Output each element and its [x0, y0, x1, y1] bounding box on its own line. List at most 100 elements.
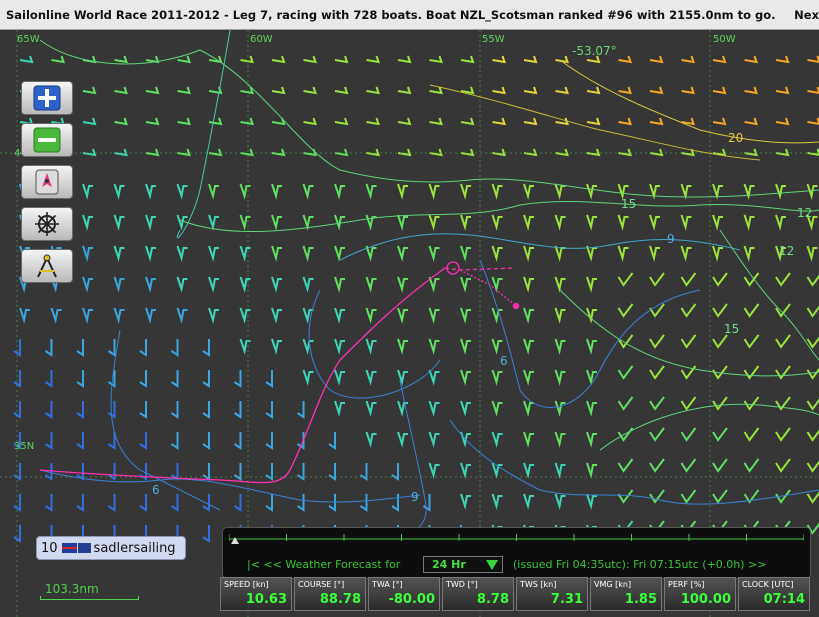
ships-wheel-icon [33, 211, 61, 237]
wind-barb [492, 55, 506, 64]
zoom-out-button[interactable] [21, 123, 73, 157]
forecast-issued-info[interactable]: (issued Fri 04:35utc): Fri 07:15utc (+0.… [513, 558, 766, 571]
wind-barb [586, 148, 601, 157]
next-button[interactable]: Nex [794, 8, 819, 22]
wind-barb [397, 276, 408, 293]
wind-barb [712, 55, 727, 64]
wind-barb [523, 431, 534, 448]
instrument-perf: PERF [%] 100.00 [664, 577, 736, 611]
wind-barb [743, 458, 760, 473]
wind-barb [523, 307, 534, 324]
wind-barb [617, 396, 634, 411]
boat-name-label[interactable]: 10 sadlersailing [36, 536, 186, 560]
wind-barb [44, 432, 53, 450]
contour-label: 15 [621, 197, 637, 211]
wind-barb [334, 307, 345, 324]
forecast-nav-label[interactable]: |< << Weather Forecast for [247, 558, 400, 571]
wind-barb [649, 396, 665, 411]
wind-barb [523, 148, 538, 157]
instrument-speed: SPEED [kn] 10.63 [220, 577, 292, 611]
wind-barb [712, 458, 728, 473]
wind-barb [807, 55, 819, 63]
wind-barb [397, 86, 412, 95]
wind-barb [491, 431, 503, 448]
wind-barb [460, 276, 471, 293]
wind-barb [775, 214, 786, 231]
wind-barb [113, 183, 125, 200]
wind-barb [366, 55, 380, 64]
wind-barb [712, 183, 723, 200]
wind-barb [806, 398, 819, 411]
wind-barb [460, 307, 471, 324]
wind-barb [649, 272, 665, 287]
wind-barb [397, 369, 408, 386]
wind-barb [617, 272, 634, 287]
contour-label: 12 [797, 206, 813, 220]
wind-barb [359, 494, 368, 512]
wind-barb [775, 427, 791, 442]
zoom-in-button[interactable] [21, 81, 73, 115]
center-boat-button[interactable] [21, 165, 73, 199]
cursor-readout: -53.07° [572, 44, 617, 58]
measure-button[interactable] [21, 249, 73, 283]
wind-barb [365, 214, 377, 231]
wind-barb [712, 86, 727, 95]
wind-barb [145, 55, 160, 64]
wind-barb [50, 307, 62, 324]
wind-barb [649, 214, 660, 231]
contour-label: 6 [500, 354, 508, 368]
wind-barb [13, 370, 21, 388]
wind-barb [807, 86, 819, 94]
helm-button[interactable] [21, 207, 73, 241]
wind-barb [170, 401, 179, 419]
wind-barb [586, 307, 597, 324]
wind-barb [523, 462, 534, 479]
wind-barb [145, 148, 160, 157]
wind-barb [775, 117, 790, 126]
wind-barb [170, 339, 179, 357]
wind-barb [491, 214, 503, 231]
wind-barb [807, 148, 819, 156]
wind-barb [523, 369, 534, 386]
wind-barb [428, 245, 440, 262]
wind-barb [491, 276, 503, 293]
forecast-timeline-slider[interactable] [229, 533, 804, 545]
wind-barb [586, 117, 601, 126]
wind-barb [271, 183, 282, 200]
wind-barb [114, 55, 128, 64]
wind-barb [712, 427, 728, 442]
wind-barb [82, 245, 93, 262]
wind-barb [271, 55, 286, 64]
wind-barb [265, 494, 273, 512]
wind-barb [586, 86, 601, 95]
wind-barb [806, 305, 819, 318]
wind-barb [680, 489, 697, 504]
forecast-hours-select[interactable]: 24 Hr [423, 556, 503, 573]
wind-barb [176, 245, 188, 262]
wind-barb [743, 427, 760, 442]
wind-barb [680, 183, 692, 200]
wind-barb [107, 339, 116, 357]
wind-barb [82, 148, 97, 157]
wind-barb [397, 117, 412, 126]
wind-barb [744, 148, 758, 157]
wind-barb [240, 86, 254, 95]
wind-barb [554, 214, 566, 231]
wind-barb [271, 307, 282, 324]
wind-barb [239, 276, 251, 293]
wind-barb [712, 334, 728, 349]
wind-barb [586, 462, 597, 479]
wind-barb [208, 148, 223, 157]
wind-barb [334, 276, 345, 293]
wind-barb [775, 334, 791, 349]
wind-barb [712, 214, 723, 231]
wind-barb [712, 245, 723, 262]
forecast-hours-value: 24 Hr [432, 558, 466, 571]
wind-barb [460, 431, 471, 448]
wind-barb [617, 214, 629, 231]
wind-barb [429, 148, 443, 157]
wind-barb [139, 401, 147, 419]
wind-barb [391, 494, 399, 512]
wind-barb [139, 339, 147, 357]
lon-label-60w: 60W [250, 34, 273, 45]
